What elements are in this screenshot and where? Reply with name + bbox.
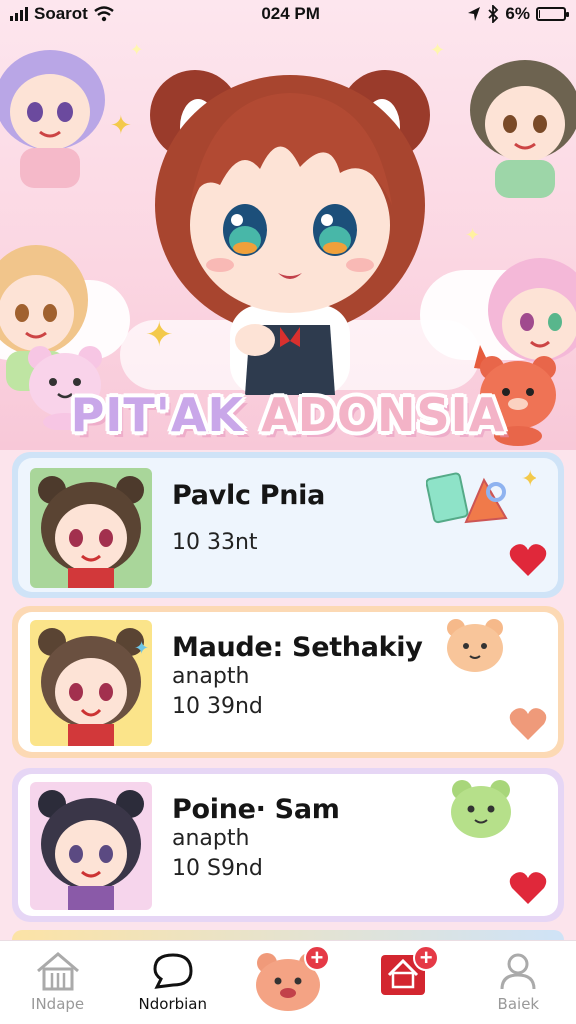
- item-meta: 10 39nd: [172, 694, 263, 719]
- favorite-heart-icon[interactable]: [508, 870, 548, 906]
- svg-text:✦: ✦: [521, 466, 536, 491]
- tab-profile[interactable]: Baiek: [468, 941, 568, 1013]
- tab-store[interactable]: Boone +: [353, 941, 453, 1014]
- wifi-icon: [94, 6, 114, 22]
- carrier-name: Soarot: [34, 4, 88, 23]
- list-item[interactable]: ✦ Maude: Sethakiy anapth 10 39nd: [12, 606, 564, 758]
- clock: 024 PM: [261, 4, 320, 23]
- tab-bar: INdape Ndorbian + Boone + Baiek: [0, 940, 576, 1024]
- character-avatar: ✦: [30, 620, 152, 746]
- item-name: Poine· Sam: [172, 794, 340, 825]
- list-item[interactable]: Poine· Sam anapth 10 S9nd: [12, 768, 564, 922]
- app-title-part1: PIT'AK: [70, 388, 245, 442]
- svg-text:✦: ✦: [134, 638, 149, 658]
- side-character-illustration: [470, 60, 576, 198]
- item-name: Maude: Sethakiy: [172, 632, 423, 663]
- side-character-illustration: [0, 50, 105, 188]
- notification-badge: +: [303, 945, 330, 971]
- profile-icon: [500, 953, 536, 990]
- battery-percent: 6%: [505, 4, 530, 23]
- tab-mascot[interactable]: +: [238, 941, 338, 1011]
- item-name: Pavlc Pnia: [172, 480, 326, 511]
- battery-fill: [538, 10, 541, 18]
- hero-banner: ✦ ✦ ✦ ✦ ✦ PIT'AK ADONSIA: [0, 0, 576, 450]
- tab-home[interactable]: INdape: [8, 941, 108, 1013]
- tab-chat[interactable]: Ndorbian: [123, 941, 223, 1013]
- item-meta: 10 33nt: [172, 530, 258, 555]
- tab-label: Baiek: [497, 995, 540, 1013]
- home-icon: [36, 952, 79, 991]
- list-item[interactable]: Pavlc Pnia 10 33nt ✦: [12, 452, 564, 598]
- status-bar: Soarot 024 PM 6%: [0, 0, 576, 28]
- character-avatar: [30, 468, 152, 588]
- item-meta: 10 S9nd: [172, 856, 263, 881]
- tab-label: Ndorbian: [138, 995, 208, 1013]
- chat-bubble-icon: [153, 953, 193, 989]
- notification-badge: +: [413, 945, 440, 971]
- frog-sticker-icon: [451, 780, 511, 838]
- tab-label: Boone: [382, 999, 424, 1014]
- bear-sticker-icon: [447, 619, 503, 672]
- sparkle-icon: ✦: [465, 225, 481, 245]
- item-subtitle: anapth: [172, 664, 250, 689]
- location-arrow-icon: [468, 7, 481, 21]
- tab-label: INdape: [31, 995, 85, 1013]
- battery-icon: [535, 7, 569, 21]
- shapes-sticker-icon: ✦: [426, 466, 536, 524]
- character-avatar: [30, 782, 152, 910]
- favorite-heart-icon[interactable]: [508, 542, 548, 578]
- main-character-illustration: [150, 70, 430, 395]
- signal-icon: [10, 7, 28, 21]
- bluetooth-icon: [488, 5, 499, 23]
- item-subtitle: anapth: [172, 826, 250, 851]
- app-title-part2: ADONSIA: [261, 388, 506, 442]
- favorite-heart-icon[interactable]: [508, 706, 548, 742]
- app-title: PIT'AK ADONSIA: [0, 388, 576, 442]
